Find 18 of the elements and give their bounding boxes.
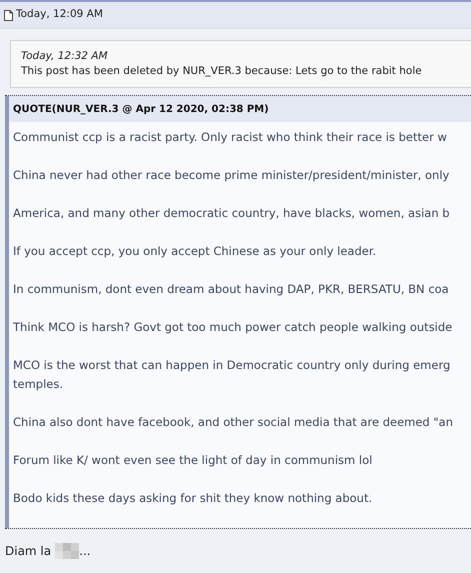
quote-text-line: temples. — [13, 376, 64, 393]
quote-text-line: China never had other race become prime minister/president/minister, only — [13, 167, 450, 184]
quote-text-line: Forum like K/ wont even see the light of day in communism lol — [13, 452, 372, 469]
quote-text-line: If you accept ccp, you only accept Chinese as your only leader. — [13, 243, 376, 260]
notice-message: This post has been deleted by NUR_VER.3 because: Lets go to the rabit hole — [21, 64, 422, 79]
quote-text-line: MCO is the worst that can happen in Democratic country only during emerg — [13, 357, 450, 374]
notice-time: Today, 12:32 AM — [21, 49, 108, 64]
quote-text-line: Communist ccp is a racist party. Only racist who think their race is better w — [13, 129, 447, 146]
quote-text-line: China also dont have facebook, and other social media that are deemed "an — [13, 414, 453, 431]
quote-text-line: Think MCO is harsh? Govt got too much power catch people walking outside — [13, 319, 452, 336]
reply-text: Diam la — [5, 543, 52, 560]
quote-text-line: Bodo kids these days asking for shit they know nothing about. — [13, 490, 372, 507]
quote-header: QUOTE(NUR_VER.3 @ Apr 12 2020, 02:38 PM) — [13, 102, 269, 116]
quote-text-line: In communism, dont even dream about having DAP, PKR, BERSATU, BN coa — [13, 281, 449, 298]
quote-text-line: America, and many other democratic country, have blacks, women, asian b — [13, 205, 450, 222]
reply-ellipsis: ... — [79, 543, 91, 560]
document-icon — [4, 10, 13, 20]
post-timestamp: Today, 12:09 AM — [16, 7, 103, 22]
